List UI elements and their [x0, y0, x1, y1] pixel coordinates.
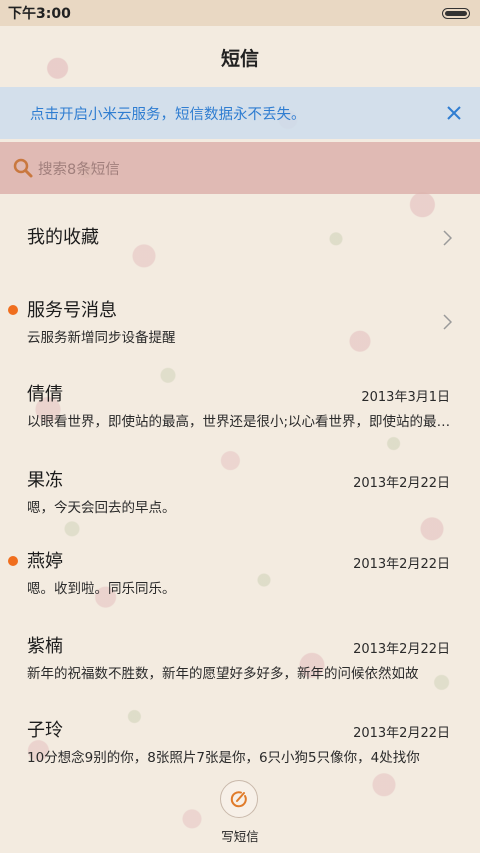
close-icon[interactable] — [442, 101, 466, 125]
battery-icon — [442, 7, 470, 19]
message-date: 2013年3月1日 — [361, 390, 450, 405]
message-preview: 嗯，今天会回去的早点。 — [27, 500, 176, 516]
conversation-item[interactable]: 倩倩 2013年3月1日 以眼看世界，即使站的最高，世界还是很小;以心看世界，即… — [0, 380, 480, 430]
service-messages-item[interactable]: 服务号消息 云服务新增同步设备提醒 — [0, 296, 480, 346]
chevron-right-icon — [443, 314, 452, 330]
favorites-label: 我的收藏 — [27, 227, 99, 248]
unread-dot — [8, 305, 18, 315]
service-name: 服务号消息 — [27, 300, 117, 321]
compose-label[interactable]: 写短信 — [0, 826, 480, 845]
message-date: 2013年2月22日 — [353, 642, 450, 657]
status-time: 下午3:00 — [8, 6, 71, 22]
message-preview: 10分想念9别的你，8张照片7张是你，6只小狗5只像你，4处找你 — [27, 750, 420, 766]
compose-icon — [230, 791, 247, 808]
cloud-service-banner[interactable]: 点击开启小米云服务，短信数据永不丢失。 — [0, 87, 480, 139]
favorites-item[interactable]: 我的收藏 — [0, 222, 480, 254]
unread-dot — [8, 556, 18, 566]
status-bar: 下午3:00 — [0, 0, 480, 26]
conversation-item[interactable]: 子玲 2013年2月22日 10分想念9别的你，8张照片7张是你，6只小狗5只像… — [0, 716, 480, 766]
message-preview: 新年的祝福数不胜数，新年的愿望好多好多，新年的问候依然如故 — [27, 666, 419, 682]
message-preview: 以眼看世界，即使站的最高，世界还是很小;以心看世界，即使站的最低，世界也是很大 — [27, 414, 451, 430]
conversation-item[interactable]: 果冻 2013年2月22日 嗯，今天会回去的早点。 — [0, 466, 480, 516]
message-date: 2013年2月22日 — [353, 557, 450, 572]
message-preview: 嗯。收到啦。同乐同乐。 — [27, 581, 176, 597]
compose-button[interactable] — [220, 780, 258, 818]
conversation-item[interactable]: 紫楠 2013年2月22日 新年的祝福数不胜数，新年的愿望好多好多，新年的问候依… — [0, 632, 480, 682]
search-input[interactable]: 搜索8条短信 — [0, 142, 480, 194]
chevron-right-icon — [443, 230, 452, 246]
message-date: 2013年2月22日 — [353, 476, 450, 491]
search-icon — [13, 158, 33, 178]
conversation-item[interactable]: 燕婷 2013年2月22日 嗯。收到啦。同乐同乐。 — [0, 547, 480, 597]
message-date: 2013年2月22日 — [353, 726, 450, 741]
banner-text[interactable]: 点击开启小米云服务，短信数据永不丢失。 — [30, 103, 306, 124]
service-preview: 云服务新增同步设备提醒 — [27, 330, 176, 346]
search-placeholder: 搜索8条短信 — [38, 161, 120, 178]
compose-area: 写短信 — [0, 780, 480, 850]
page-title: 短信 — [220, 48, 259, 70]
